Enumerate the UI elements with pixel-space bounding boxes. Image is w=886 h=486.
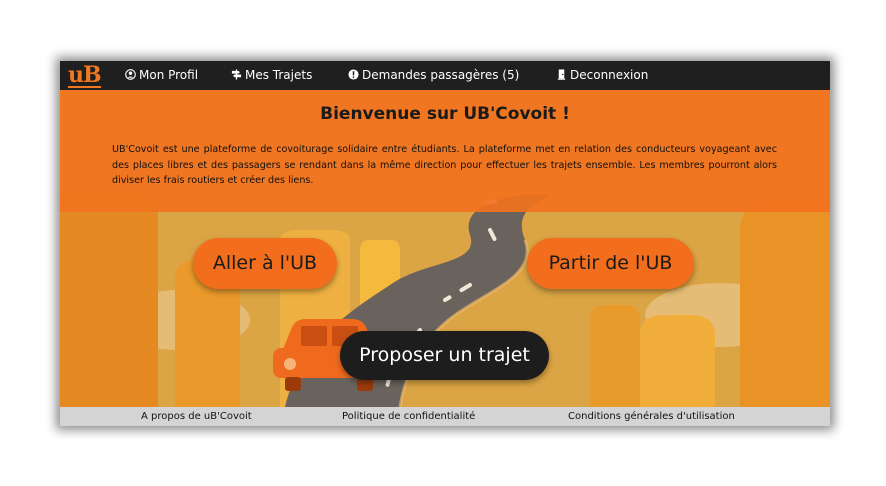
footer-about-link[interactable]: A propos de uB'Covoit [141, 407, 252, 426]
nav-trips[interactable]: Mes Trajets [231, 61, 312, 90]
door-icon [557, 69, 566, 80]
leave-from-ub-button[interactable]: Partir de l'UB [527, 238, 694, 289]
nav-logout-label: Deconnexion [570, 68, 649, 82]
nav-requests-label: Demandes passagères (5) [362, 68, 520, 82]
signpost-icon [231, 69, 242, 80]
nav-logout[interactable]: Deconnexion [556, 61, 648, 90]
nav-profile-label: Mon Profil [139, 68, 199, 82]
app-window: uB Mon Profil Mes Trajets Demandes passa… [60, 61, 830, 426]
user-icon [125, 69, 136, 80]
alert-icon [348, 69, 359, 80]
go-to-ub-button[interactable]: Aller à l'UB [193, 238, 337, 289]
logo-text: uB [68, 62, 102, 88]
footer-terms-link[interactable]: Conditions générales d'utilisation [568, 407, 735, 426]
nav-profile[interactable]: Mon Profil [125, 61, 198, 90]
intro-text: UB'Covoit est une plateforme de covoitur… [112, 144, 777, 186]
top-nav: uB Mon Profil Mes Trajets Demandes passa… [60, 61, 830, 90]
propose-trip-button[interactable]: Proposer un trajet [340, 331, 549, 380]
page-title: Bienvenue sur UB'Covoit ! [320, 104, 570, 124]
footer-privacy-link[interactable]: Politique de confidentialité [342, 407, 475, 426]
footer: A propos de uB'Covoit Politique de confi… [60, 407, 830, 426]
nav-requests[interactable]: Demandes passagères (5) [348, 61, 519, 90]
nav-trips-label: Mes Trajets [245, 68, 313, 82]
logo[interactable]: uB [68, 62, 102, 88]
welcome-banner: Bienvenue sur UB'Covoit ! UB'Covoit est … [60, 90, 830, 212]
